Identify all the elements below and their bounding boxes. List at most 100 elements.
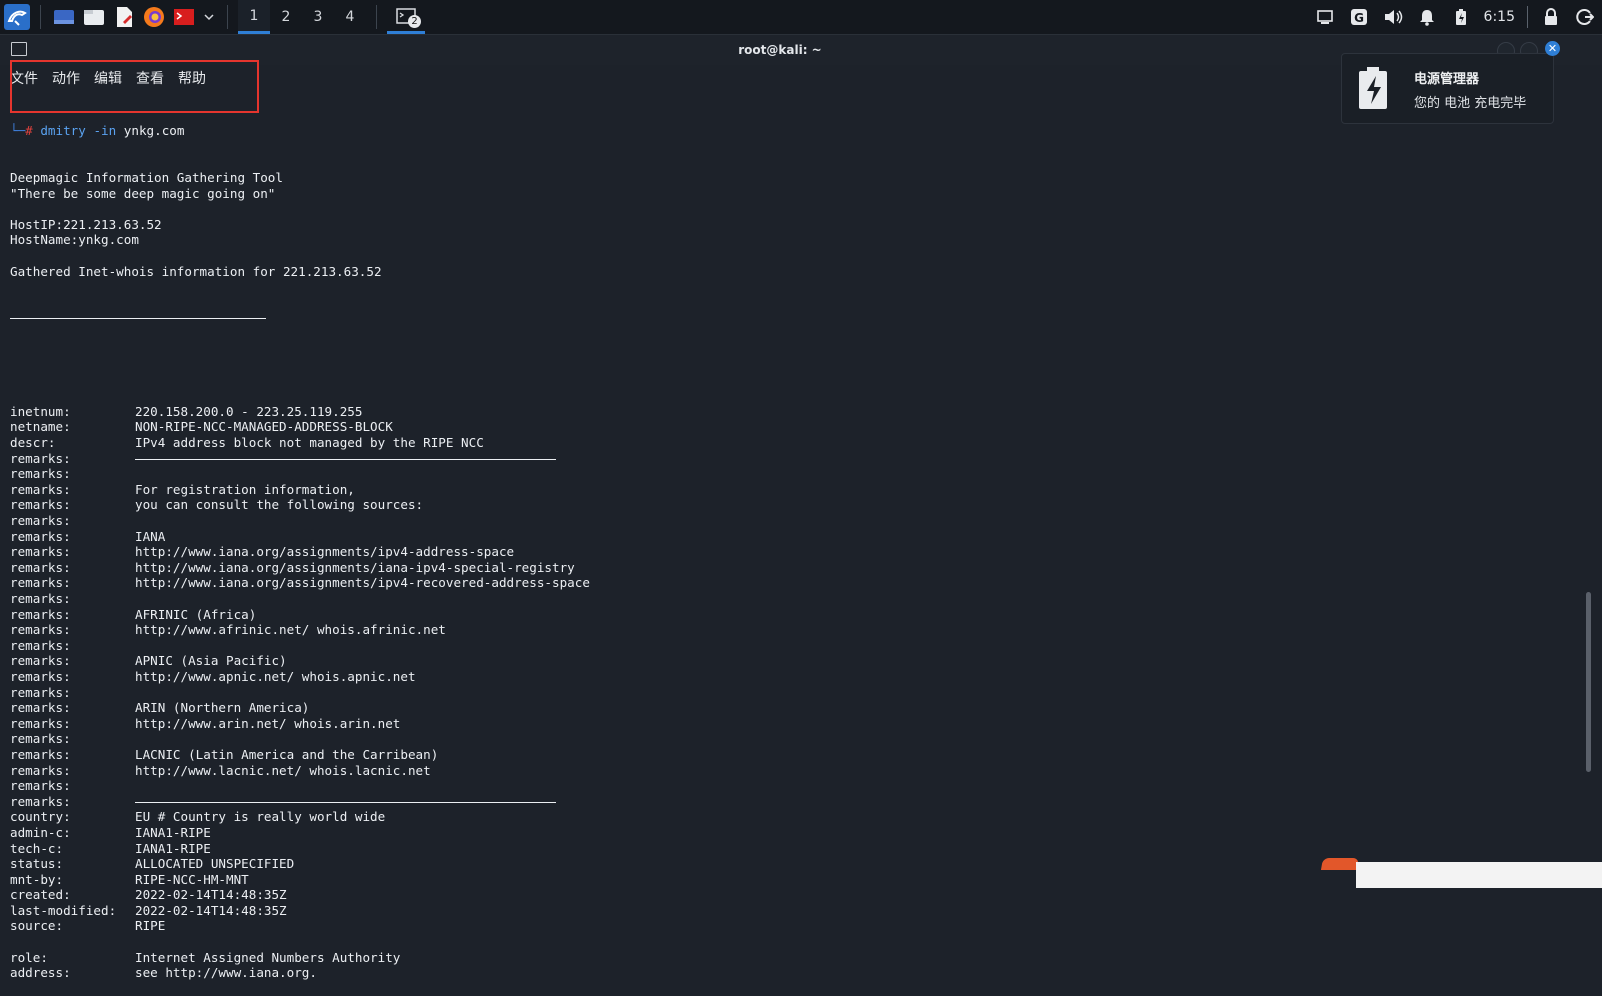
kali-menu-icon[interactable]	[4, 4, 30, 30]
whois-key: remarks:	[10, 606, 71, 622]
corner-decoration	[1320, 858, 1360, 870]
whois-row: netname: NON-RIPE-NCC-MANAGED-ADDRESS-BLO…	[10, 419, 1570, 435]
whois-value: EU # Country is really world wide	[135, 809, 386, 825]
whois-row: inetnum: 220.158.200.0 - 223.25.119.255	[10, 404, 1570, 420]
whois-row: remarks:	[10, 591, 1570, 607]
file-manager-icon[interactable]	[81, 4, 107, 30]
whois-key	[10, 373, 135, 389]
clock[interactable]: 6:15	[1484, 9, 1515, 25]
svg-text:G: G	[1354, 11, 1364, 25]
whois-row: remarks: http://www.iana.org/assignments/…	[10, 575, 1570, 591]
notification-title: 电源管理器	[1414, 72, 1480, 87]
whois-value: IPv4 address block not managed by the RI…	[135, 435, 484, 451]
whois-value: http://www.afrinic.net/ whois.afrinic.ne…	[135, 622, 446, 638]
chevron-down-icon[interactable]	[201, 4, 217, 30]
terminal-output[interactable]: └─ # dmitry -in ynkg.com Deepmagic Inform…	[10, 92, 1570, 980]
whois-value: RIPE-NCC-HM-MNT	[135, 871, 249, 887]
notification-bell-icon[interactable]	[1416, 6, 1438, 28]
battery-charging-icon	[1359, 67, 1387, 109]
whois-key: admin-c:	[10, 824, 71, 840]
lock-icon[interactable]	[1540, 6, 1562, 28]
prompt-command: dmitry	[40, 123, 86, 139]
workspace-switcher: 1 2 3 4	[238, 0, 366, 34]
panel-separator	[227, 5, 228, 29]
volume-icon[interactable]	[1382, 6, 1404, 28]
whois-row: role: Internet Assigned Numbers Authority	[10, 950, 1570, 966]
header-lines: Deepmagic Information Gathering Tool "The…	[10, 170, 1570, 279]
logout-icon[interactable]	[1574, 6, 1596, 28]
whois-key: status:	[10, 856, 64, 872]
whois-row	[10, 934, 1570, 950]
panel-separator	[40, 5, 41, 29]
whois-row: remarks: IANA	[10, 529, 1570, 545]
output-line: "There be some deep magic going on"	[10, 185, 276, 201]
workspace-2[interactable]: 2	[270, 0, 302, 34]
close-icon[interactable]: ✕	[1545, 41, 1560, 56]
whois-row: remarks: http://www.lacnic.net/ whois.lac…	[10, 763, 1570, 779]
output-line: Gathered Inet-whois information for 221.…	[10, 263, 382, 279]
whois-value: 2022-02-14T14:48:35Z	[135, 902, 287, 918]
whois-value: APNIC (Asia Pacific)	[135, 653, 287, 669]
screen-icon[interactable]	[1314, 6, 1336, 28]
whois-key: remarks:	[10, 793, 71, 809]
taskbar-terminal-group[interactable]: 2	[387, 0, 425, 34]
text-editor-icon[interactable]	[111, 4, 137, 30]
whois-key: remarks:	[10, 622, 71, 638]
whois-key: remarks:	[10, 497, 71, 513]
whois-row: remarks:	[10, 731, 1570, 747]
whois-value: LACNIC (Latin America and the Carribean)	[135, 746, 439, 762]
output-line: Deepmagic Information Gathering Tool	[10, 169, 283, 185]
whois-row: remarks:	[10, 778, 1570, 794]
top-panel: 1 2 3 4 2 G 6:15	[0, 0, 1602, 35]
whois-key: created:	[10, 887, 71, 903]
whois-value: you can consult the following sources:	[135, 497, 424, 513]
show-desktop-icon[interactable]	[51, 4, 77, 30]
whois-key: remarks:	[10, 746, 71, 762]
google-icon[interactable]: G	[1348, 6, 1370, 28]
notification-popup[interactable]: 电源管理器 您的 电池 充电完毕	[1341, 53, 1554, 124]
output-line: HostName:ynkg.com	[10, 232, 139, 248]
whois-key: remarks:	[10, 544, 71, 560]
whois-row: remarks:	[10, 794, 1570, 810]
scrollbar[interactable]	[1586, 592, 1591, 772]
workspace-3[interactable]: 3	[302, 0, 334, 34]
whois-value: http://www.iana.org/assignments/ipv4-add…	[135, 544, 515, 560]
whois-value: IANA	[135, 528, 166, 544]
whois-row: remarks: APNIC (Asia Pacific)	[10, 653, 1570, 669]
whois-key: remarks:	[10, 450, 71, 466]
whois-value: IANA1-RIPE	[135, 840, 211, 856]
whois-row: created: 2022-02-14T14:48:35Z	[10, 887, 1570, 903]
whois-row	[10, 388, 1570, 404]
whois-row: descr: IPv4 address block not managed by …	[10, 435, 1570, 451]
whois-key: remarks:	[10, 668, 71, 684]
whois-row: remarks: http://www.afrinic.net/ whois.af…	[10, 622, 1570, 638]
whois-value: http://www.iana.org/assignments/iana-ipv…	[135, 559, 575, 575]
whois-value: http://www.lacnic.net/ whois.lacnic.net	[135, 762, 431, 778]
whois-row: source: RIPE	[10, 918, 1570, 934]
whois-key: remarks:	[10, 528, 71, 544]
whois-key: mnt-by:	[10, 871, 64, 887]
panel-left: 1 2 3 4 2	[4, 0, 425, 34]
whois-row: last-modified: 2022-02-14T14:48:35Z	[10, 903, 1570, 919]
whois-row: admin-c: IANA1-RIPE	[10, 825, 1570, 841]
whois-row: tech-c: IANA1-RIPE	[10, 841, 1570, 857]
whois-key: inetnum:	[10, 403, 71, 419]
firefox-icon[interactable]	[141, 4, 167, 30]
whois-value	[135, 451, 556, 460]
whois-row: remarks:	[10, 466, 1570, 482]
whois-key: remarks:	[10, 591, 71, 606]
whois-key	[10, 388, 135, 404]
whois-key: netname:	[10, 419, 71, 435]
terminal-launcher-icon[interactable]	[171, 4, 197, 30]
whois-value: For registration information,	[135, 481, 355, 497]
workspace-1[interactable]: 1	[238, 0, 270, 34]
whois-value: ARIN (Northern America)	[135, 700, 310, 716]
whois-key: remarks:	[10, 684, 71, 700]
whois-key: remarks:	[10, 559, 71, 575]
workspace-4[interactable]: 4	[334, 0, 366, 34]
battery-charging-icon[interactable]	[1450, 6, 1472, 28]
whois-lines: inetnum: 220.158.200.0 - 223.25.119.255 ne…	[10, 357, 1570, 981]
whois-key: remarks:	[10, 481, 71, 497]
